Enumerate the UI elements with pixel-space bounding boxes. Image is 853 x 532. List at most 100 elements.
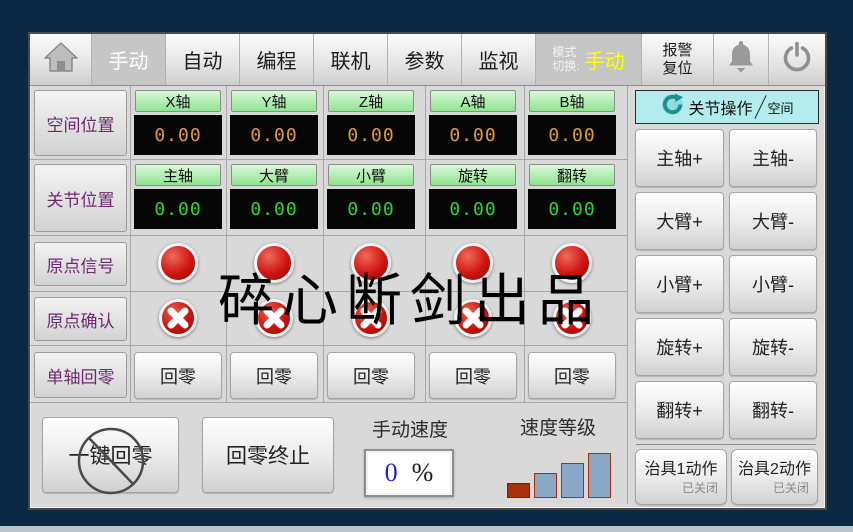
axis-column-b: B轴 0.00 翻转 0.00 回零	[526, 86, 618, 402]
jog-smallarm-minus-button[interactable]: 小臂-	[729, 255, 817, 313]
tab-label: 监视	[479, 45, 519, 74]
origin-confirm-label: 原点确认	[34, 297, 127, 341]
toggle-primary-label: 关节操作	[688, 95, 752, 119]
mode-current-value: 手动	[585, 45, 625, 74]
tab-label: 编程	[257, 45, 297, 74]
hmi-window: 手动 自动 编程 联机 参数 监视 模式 切换: 手动 报警 复位	[28, 32, 827, 510]
red-led-icon	[351, 243, 391, 283]
jog-bigarm-plus-button[interactable]: 大臂+	[635, 192, 724, 250]
jog-spindle-minus-button[interactable]: 主轴-	[729, 129, 817, 187]
speed-unit: %	[412, 458, 434, 488]
tab-label: 手动	[109, 45, 149, 74]
fixture-2-label: 治具2动作	[738, 462, 811, 478]
red-led-icon	[254, 243, 294, 283]
space-axis-value: 0.00	[528, 115, 616, 155]
panel-divider	[636, 444, 816, 445]
space-axis-header: Y轴	[231, 90, 317, 112]
space-axis-header: X轴	[135, 90, 221, 112]
fixture-1-action-button[interactable]: 治具1动作 已关闭	[635, 449, 727, 505]
joint-axis-header: 大臂	[231, 164, 317, 186]
one-key-home-button[interactable]: 一键回零	[42, 417, 179, 493]
red-led-icon	[552, 243, 592, 283]
red-x-icon	[352, 299, 390, 337]
tab-parameters[interactable]: 参数	[388, 34, 462, 85]
joint-axis-value: 0.00	[134, 189, 222, 229]
power-button[interactable]	[769, 34, 825, 85]
jog-spindle-plus-button[interactable]: 主轴+	[635, 129, 724, 187]
jog-bigarm-minus-button[interactable]: 大臂-	[729, 192, 817, 250]
space-axis-header: Z轴	[328, 90, 414, 112]
jog-flip-minus-button[interactable]: 翻转-	[729, 381, 817, 439]
joint-axis-header: 旋转	[430, 164, 516, 186]
toggle-secondary-label: 空间	[768, 98, 794, 117]
tab-label: 参数	[405, 45, 445, 74]
jog-rotate-plus-button[interactable]: 旋转+	[635, 318, 724, 376]
alarm-bell-button[interactable]	[714, 34, 769, 85]
tab-manual[interactable]: 手动	[92, 34, 166, 85]
speed-bar-1	[507, 483, 530, 498]
home-axis-button[interactable]: 回零	[528, 352, 616, 399]
red-x-icon	[553, 299, 591, 337]
speed-bar-4	[588, 453, 611, 498]
red-x-icon	[454, 299, 492, 337]
jog-rotate-minus-button[interactable]: 旋转-	[729, 318, 817, 376]
screen-bottom-strip	[0, 526, 853, 532]
joint-axis-header: 小臂	[328, 164, 414, 186]
home-axis-button[interactable]: 回零	[429, 352, 517, 399]
axis-column-z: Z轴 0.00 小臂 0.00 回零	[325, 86, 417, 402]
space-axis-value: 0.00	[327, 115, 415, 155]
space-axis-value: 0.00	[429, 115, 517, 155]
axis-column-x: X轴 0.00 主轴 0.00 回零	[132, 86, 224, 402]
fixture-1-status: 已关闭	[682, 482, 718, 494]
space-axis-header: A轴	[430, 90, 516, 112]
fixture-2-status: 已关闭	[773, 482, 809, 494]
home-abort-label: 回零终止	[226, 440, 310, 470]
space-axis-header: B轴	[529, 90, 615, 112]
tab-monitor[interactable]: 监视	[462, 34, 536, 85]
home-axis-button[interactable]: 回零	[134, 352, 222, 399]
fixture-2-action-button[interactable]: 治具2动作 已关闭	[731, 449, 818, 505]
home-axis-button[interactable]: 回零	[327, 352, 415, 399]
red-x-icon	[255, 299, 293, 337]
grid-divider	[323, 86, 324, 402]
red-led-icon	[453, 243, 493, 283]
manual-speed-label: 手动速度	[348, 415, 472, 442]
home-icon	[43, 41, 79, 79]
speed-level-label: 速度等级	[498, 413, 618, 440]
home-button[interactable]	[30, 34, 92, 85]
jog-flip-plus-button[interactable]: 翻转+	[635, 381, 724, 439]
fixture-1-label: 治具1动作	[645, 462, 718, 478]
power-icon	[781, 41, 813, 79]
jog-smallarm-plus-button[interactable]: 小臂+	[635, 255, 724, 313]
tab-auto[interactable]: 自动	[166, 34, 240, 85]
single-axis-home-label: 单轴回零	[34, 352, 127, 398]
axis-column-y: Y轴 0.00 大臂 0.00 回零	[228, 86, 320, 402]
mode-switch-label: 模式 切换:	[552, 46, 579, 74]
joint-axis-header: 翻转	[529, 164, 615, 186]
jog-panel: 关节操作 空间 主轴+ 主轴- 大臂+ 大臂- 小臂+ 小臂- 旋转+ 旋转- …	[627, 86, 825, 504]
grid-divider	[425, 86, 426, 402]
joint-axis-value: 0.00	[528, 189, 616, 229]
tab-online[interactable]: 联机	[314, 34, 388, 85]
refresh-arrows-icon	[660, 92, 685, 122]
alarm-reset-button[interactable]: 报警 复位	[642, 34, 714, 85]
speed-level-bars[interactable]	[507, 453, 611, 498]
alarm-reset-label: 报警 复位	[662, 42, 692, 78]
one-key-home-label: 一键回零	[69, 440, 153, 470]
space-position-label: 空间位置	[34, 90, 127, 156]
grid-divider	[226, 86, 227, 402]
mode-switch-button[interactable]: 模式 切换: 手动	[536, 34, 642, 85]
home-axis-button[interactable]: 回零	[230, 352, 318, 399]
tab-program[interactable]: 编程	[240, 34, 314, 85]
joint-space-toggle-button[interactable]: 关节操作 空间	[635, 90, 819, 124]
joint-axis-header: 主轴	[135, 164, 221, 186]
joint-axis-value: 0.00	[230, 189, 318, 229]
manual-speed-display[interactable]: 0 %	[364, 449, 454, 497]
grid-divider	[524, 86, 525, 402]
home-abort-button[interactable]: 回零终止	[202, 417, 334, 493]
red-led-icon	[158, 243, 198, 283]
joint-position-label: 关节位置	[34, 164, 127, 232]
tab-label: 联机	[331, 45, 371, 74]
origin-signal-label: 原点信号	[34, 242, 127, 286]
bell-icon	[726, 40, 756, 80]
